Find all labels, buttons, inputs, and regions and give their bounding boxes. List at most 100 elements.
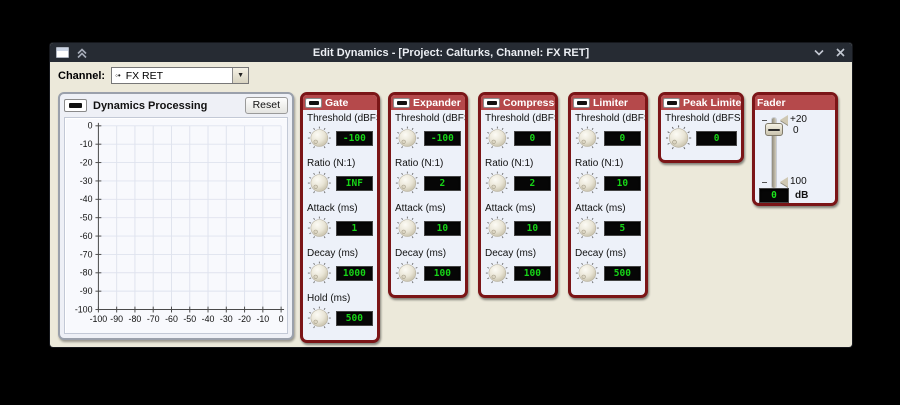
knob[interactable] xyxy=(307,260,332,287)
value-display: 5 xyxy=(604,221,641,236)
svg-text:-60: -60 xyxy=(80,231,93,241)
channel-row: Channel: ◦• FX RET ▼ xyxy=(58,66,249,85)
knob[interactable] xyxy=(485,260,510,287)
toggle-bar-icon xyxy=(577,101,587,105)
dynamics-power-toggle[interactable] xyxy=(64,99,87,112)
svg-text:-100: -100 xyxy=(75,304,93,314)
value-display: 2 xyxy=(424,176,461,191)
knob[interactable] xyxy=(485,215,510,242)
titlebar[interactable]: Edit Dynamics - [Project: Calturks, Chan… xyxy=(50,43,852,62)
fader-title: Fader xyxy=(757,97,786,109)
processor-title: Compressor xyxy=(503,97,558,109)
value-display: 0 xyxy=(696,131,737,146)
fader-zero-label: 0 xyxy=(793,126,799,136)
svg-text:-20: -20 xyxy=(80,158,93,168)
processor-title: Limiter xyxy=(593,97,628,109)
fader-min-label: 100 xyxy=(790,177,807,187)
svg-text:-40: -40 xyxy=(80,194,93,204)
svg-text:0: 0 xyxy=(279,314,284,324)
toggle-bar-icon xyxy=(397,101,407,105)
svg-text:-30: -30 xyxy=(80,176,93,186)
param-label: Threshold (dBFS) xyxy=(575,113,641,125)
power-toggle[interactable] xyxy=(305,98,322,108)
dynamics-graph[interactable]: 0-10-20-30-40-50-60-70-80-90-100-100-90-… xyxy=(64,117,288,334)
value-display: 1 xyxy=(336,221,373,236)
processor-panel-compressor: Compressor Threshold (dBFS) 0 Ratio (N:1… xyxy=(478,92,558,298)
param-attack-ms: Attack (ms) 10 xyxy=(485,203,551,242)
knob[interactable] xyxy=(575,125,600,152)
param-label: Ratio (N:1) xyxy=(307,158,373,170)
fader-value-display: 0 xyxy=(759,188,789,203)
param-label: Decay (ms) xyxy=(395,248,461,260)
fader-max-label: +20 xyxy=(790,115,807,125)
channel-icon: ◦• xyxy=(115,72,121,80)
toggle-bar-icon xyxy=(667,101,677,105)
svg-text:-20: -20 xyxy=(238,314,251,324)
param-label: Ratio (N:1) xyxy=(395,158,461,170)
knob[interactable] xyxy=(395,125,420,152)
window-menu-icon[interactable] xyxy=(56,47,69,58)
dynamics-panel-header: Dynamics Processing Reset xyxy=(60,94,292,116)
channel-select[interactable]: ◦• FX RET ▼ xyxy=(111,67,249,84)
param-threshold-dbfs: Threshold (dBFS) 0 xyxy=(575,113,641,152)
knob[interactable] xyxy=(395,215,420,242)
param-label: Attack (ms) xyxy=(485,203,551,215)
power-toggle[interactable] xyxy=(573,98,590,108)
power-toggle[interactable] xyxy=(663,98,680,108)
processor-panel-gate: Gate Threshold (dBFS) -100 Ratio (N:1) I… xyxy=(300,92,380,343)
svg-text:-70: -70 xyxy=(147,314,160,324)
knob[interactable] xyxy=(665,125,692,152)
power-toggle[interactable] xyxy=(483,98,500,108)
fader-min-marker-icon[interactable] xyxy=(780,177,788,187)
dynamics-processing-panel: Dynamics Processing Reset 0-10-20-30-40-… xyxy=(58,92,294,340)
svg-text:-100: -100 xyxy=(90,314,108,324)
svg-text:-30: -30 xyxy=(220,314,233,324)
param-label: Attack (ms) xyxy=(395,203,461,215)
value-display: 0 xyxy=(514,131,551,146)
knob[interactable] xyxy=(307,215,332,242)
param-attack-ms: Attack (ms) 5 xyxy=(575,203,641,242)
knob[interactable] xyxy=(485,125,510,152)
dynamics-panel-title: Dynamics Processing xyxy=(93,100,207,112)
svg-text:0: 0 xyxy=(88,121,93,131)
processor-panel-limiter: Limiter Threshold (dBFS) 0 Ratio (N:1) 1… xyxy=(568,92,648,298)
param-label: Decay (ms) xyxy=(575,248,641,260)
channel-label: Channel: xyxy=(58,70,105,82)
reset-button[interactable]: Reset xyxy=(245,97,288,114)
param-hold-ms: Hold (ms) 500 xyxy=(307,293,373,332)
close-icon[interactable] xyxy=(835,47,846,58)
shade-chevrons-up-icon[interactable] xyxy=(76,47,88,59)
processor-panel-peak-limiter: Peak Limiter Threshold (dBFS) 0 xyxy=(658,92,744,163)
knob[interactable] xyxy=(307,125,332,152)
combo-dropdown-arrow-icon[interactable]: ▼ xyxy=(232,68,248,83)
knob[interactable] xyxy=(575,215,600,242)
knob[interactable] xyxy=(575,260,600,287)
value-display: 100 xyxy=(424,266,461,281)
svg-text:-70: -70 xyxy=(80,249,93,259)
value-display: INF xyxy=(336,176,373,191)
param-ratio-n-1: Ratio (N:1) 10 xyxy=(575,158,641,197)
param-label: Attack (ms) xyxy=(575,203,641,215)
chevron-down-icon[interactable] xyxy=(813,47,825,58)
knob[interactable] xyxy=(307,305,332,332)
knob[interactable] xyxy=(307,170,332,197)
processor-header: Expander xyxy=(391,95,465,110)
fader-unit-label: dB xyxy=(795,190,808,201)
fader-body: +20 0 100 0 dB xyxy=(755,110,835,204)
param-label: Threshold (dBFS) xyxy=(395,113,461,125)
knob[interactable] xyxy=(485,170,510,197)
knob[interactable] xyxy=(395,260,420,287)
power-toggle[interactable] xyxy=(393,98,410,108)
processor-title: Expander xyxy=(413,97,461,109)
knob[interactable] xyxy=(395,170,420,197)
value-display: 10 xyxy=(424,221,461,236)
knob[interactable] xyxy=(575,170,600,197)
fader-bottom-tickmark xyxy=(762,182,767,183)
value-display: 10 xyxy=(514,221,551,236)
param-label: Ratio (N:1) xyxy=(575,158,641,170)
value-display: 10 xyxy=(604,176,641,191)
param-label: Threshold (dBFS) xyxy=(307,113,373,125)
value-display: 100 xyxy=(514,266,551,281)
window-title: Edit Dynamics - [Project: Calturks, Chan… xyxy=(50,47,852,59)
fader-handle[interactable] xyxy=(765,123,783,136)
